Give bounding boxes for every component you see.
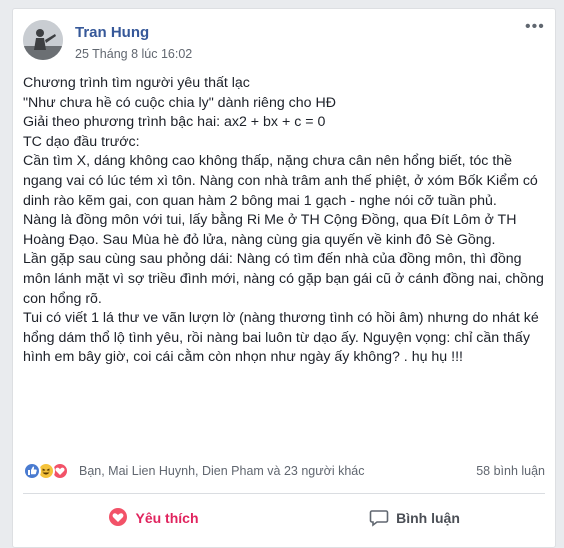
post-line: "Như chưa hề có cuộc chia ly" dành riêng… <box>23 94 336 111</box>
reaction-names[interactable]: Bạn, Mai Lien Huynh, Dien Pham và 23 ngư… <box>79 464 364 478</box>
post-timestamp[interactable]: 25 Tháng 8 lúc 16:02 <box>75 47 192 61</box>
post-text: Chương trình tìm người yêu thất lạc "Như… <box>23 74 548 368</box>
more-options-icon[interactable]: ••• <box>525 19 545 38</box>
divider <box>23 493 545 494</box>
comment-label: Bình luận <box>396 510 460 526</box>
post-line: Tui có viết 1 lá thư ve vãn lượn lờ (nàn… <box>23 310 539 366</box>
post-line: Cần tìm X, dáng không cao không thấp, nặ… <box>23 153 538 209</box>
action-bar: Yêu thích Bình luận <box>23 501 545 535</box>
avatar-photo-icon <box>23 20 63 60</box>
post-header: Tran Hung 25 Tháng 8 lúc 16:02 ••• <box>23 18 545 62</box>
reaction-icons[interactable] <box>23 462 81 480</box>
post-card: Tran Hung 25 Tháng 8 lúc 16:02 ••• Chươn… <box>12 8 556 548</box>
post-line: Chương trình tìm người yêu thất lạc <box>23 75 250 91</box>
comment-icon <box>369 507 389 530</box>
reactions-bar: Bạn, Mai Lien Huynh, Dien Pham và 23 ngư… <box>23 462 545 482</box>
post-line: Giải theo phương trình bậc hai: ax2 + bx… <box>23 114 326 131</box>
like-label: Yêu thích <box>135 510 199 526</box>
like-button[interactable]: Yêu thích <box>23 501 284 535</box>
avatar[interactable] <box>23 20 63 60</box>
post-line: TC dạo đầu trước: <box>23 133 140 150</box>
author-name[interactable]: Tran Hung <box>75 24 149 41</box>
love-reaction-icon <box>108 507 128 530</box>
post-line: Lần gặp sau cùng sau phỏng dái: Nàng có … <box>23 251 544 307</box>
comment-count[interactable]: 58 bình luận <box>476 464 545 478</box>
comment-button[interactable]: Bình luận <box>284 501 545 535</box>
post-line: Nàng là đồng môn với tui, lấy bằng Ri Me… <box>23 212 517 248</box>
like-icon <box>23 462 41 480</box>
